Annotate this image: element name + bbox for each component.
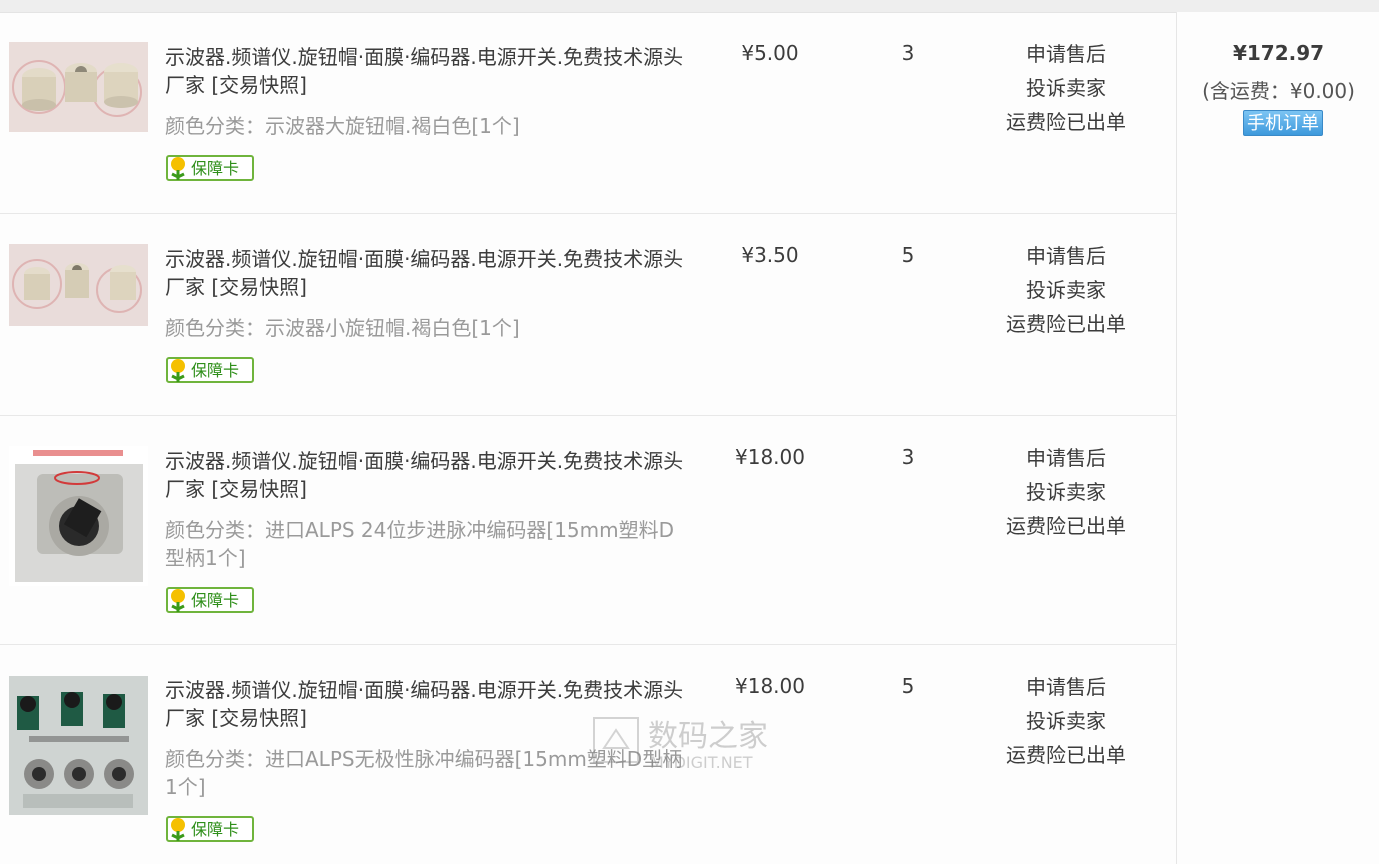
shipping-insurance-status[interactable]: 运费险已出单 (985, 509, 1147, 543)
product-title-link[interactable]: 示波器.频谱仪.旋钮帽·面膜·编码器.电源开关.免费技术源头厂家 [交易快照] (165, 245, 685, 301)
complain-seller-link[interactable]: 投诉卖家 (985, 475, 1147, 509)
product-title-link[interactable]: 示波器.频谱仪.旋钮帽·面膜·编码器.电源开关.免费技术源头厂家 [交易快照] (165, 447, 685, 503)
guarantee-card-badge[interactable]: 保障卡 (165, 154, 255, 182)
complain-seller-link[interactable]: 投诉卖家 (985, 71, 1147, 105)
guarantee-card-label: 保障卡 (191, 591, 239, 610)
product-sku: 颜色分类：进口ALPS 24位步进脉冲编码器[15mm塑料D型柄1个] (165, 518, 675, 570)
shipping-insurance-status[interactable]: 运费险已出单 (985, 105, 1147, 139)
order-item-row: 示波器.频谱仪.旋钮帽·面膜·编码器.电源开关.免费技术源头厂家 [交易快照] … (0, 416, 1176, 645)
apply-after-sale-link[interactable]: 申请售后 (985, 37, 1147, 71)
apply-after-sale-link[interactable]: 申请售后 (985, 441, 1147, 475)
guarantee-card-badge[interactable]: 保障卡 (165, 586, 255, 614)
order-item-row: 示波器.频谱仪.旋钮帽·面膜·编码器.电源开关.免费技术源头厂家 [交易快照] … (0, 214, 1176, 416)
product-sku: 颜色分类：进口ALPS无极性脉冲编码器[15mm塑料D型柄1个] (165, 747, 683, 799)
unit-price: ¥3.50 (741, 243, 799, 267)
shipping-insurance-status[interactable]: 运费险已出单 (985, 738, 1147, 772)
quantity: 5 (901, 674, 915, 698)
row-actions: 申请售后 投诉卖家 运费险已出单 (985, 37, 1147, 139)
complain-seller-link[interactable]: 投诉卖家 (985, 273, 1147, 307)
row-actions: 申请售后 投诉卖家 运费险已出单 (985, 239, 1147, 341)
row-actions: 申请售后 投诉卖家 运费险已出单 (985, 441, 1147, 543)
quantity: 3 (901, 445, 915, 469)
product-title-link[interactable]: 示波器.频谱仪.旋钮帽·面膜·编码器.电源开关.免费技术源头厂家 [交易快照] (165, 676, 685, 732)
mobile-order-button[interactable]: 手机订单 (1243, 110, 1323, 136)
shipping-insurance-status[interactable]: 运费险已出单 (985, 307, 1147, 341)
product-thumbnail[interactable] (9, 244, 148, 326)
unit-price: ¥18.00 (735, 674, 805, 698)
order-item-row: 示波器.频谱仪.旋钮帽·面膜·编码器.电源开关.免费技术源头厂家 [交易快照] … (0, 645, 1176, 864)
unit-price: ¥18.00 (735, 445, 805, 469)
trade-snapshot-link[interactable]: [交易快照] (211, 73, 307, 97)
apply-after-sale-link[interactable]: 申请售后 (985, 239, 1147, 273)
order-total: ¥172.97 (1232, 41, 1325, 65)
product-title-link[interactable]: 示波器.频谱仪.旋钮帽·面膜·编码器.电源开关.免费技术源头厂家 [交易快照] (165, 43, 685, 99)
guarantee-card-badge[interactable]: 保障卡 (165, 356, 255, 384)
quantity: 3 (901, 41, 915, 65)
product-thumbnail[interactable] (9, 42, 148, 132)
trade-snapshot-link[interactable]: [交易快照] (211, 275, 307, 299)
product-thumbnail[interactable] (9, 446, 148, 586)
product-sku: 颜色分类：示波器小旋钮帽.褐白色[1个] (165, 316, 520, 340)
apply-after-sale-link[interactable]: 申请售后 (985, 670, 1147, 704)
row-actions: 申请售后 投诉卖家 运费险已出单 (985, 670, 1147, 772)
guarantee-card-label: 保障卡 (191, 361, 239, 380)
product-sku: 颜色分类：示波器大旋钮帽.褐白色[1个] (165, 114, 520, 138)
guarantee-card-label: 保障卡 (191, 820, 239, 839)
unit-price: ¥5.00 (741, 41, 799, 65)
trade-snapshot-link[interactable]: [交易快照] (211, 706, 307, 730)
complain-seller-link[interactable]: 投诉卖家 (985, 704, 1147, 738)
order-item-row: 示波器.频谱仪.旋钮帽·面膜·编码器.电源开关.免费技术源头厂家 [交易快照] … (0, 12, 1176, 214)
order-summary: ¥172.97 (含运费：¥0.00) 手机订单 (1176, 12, 1379, 864)
quantity: 5 (901, 243, 915, 267)
guarantee-card-badge[interactable]: 保障卡 (165, 815, 255, 843)
shipping-fee-note: (含运费：¥0.00) (1202, 79, 1355, 103)
trade-snapshot-link[interactable]: [交易快照] (211, 477, 307, 501)
product-thumbnail[interactable] (9, 676, 148, 815)
guarantee-card-label: 保障卡 (191, 159, 239, 178)
